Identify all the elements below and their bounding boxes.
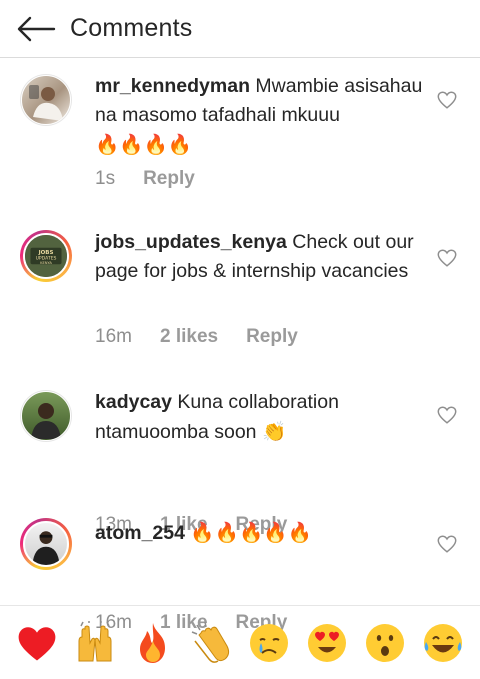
heart-eyes-face-icon <box>308 623 346 662</box>
heart-outline-icon[interactable] <box>436 89 458 111</box>
comment-time: 16m <box>95 326 132 347</box>
quick-reaction-bar <box>0 605 480 679</box>
raised-hands-icon <box>78 620 112 661</box>
heart-outline-icon[interactable] <box>436 533 458 555</box>
clapping-hands-icon <box>191 621 230 663</box>
reaction-heart-button[interactable] <box>14 620 60 666</box>
heart-outline-icon[interactable] <box>436 247 458 269</box>
crying-face-icon <box>250 623 288 662</box>
reaction-surprised-button[interactable] <box>362 620 408 666</box>
like-count[interactable]: 2 likes <box>160 326 218 348</box>
tears-of-joy-face-icon <box>424 623 462 662</box>
avatar[interactable] <box>20 390 72 442</box>
reaction-clap-button[interactable] <box>188 620 234 666</box>
reply-button[interactable]: Reply <box>143 168 195 190</box>
user-photo-icon <box>31 403 61 439</box>
comment-username[interactable]: jobs_updates_kenya <box>95 231 287 253</box>
user-photo-icon <box>29 85 63 121</box>
clap-emoji: 👏 <box>261 420 287 443</box>
back-button[interactable] <box>0 0 70 58</box>
surprised-face-icon <box>366 623 404 662</box>
comment-time: 1s <box>95 168 116 189</box>
fire-icon <box>140 622 165 663</box>
jobs-logo-icon: JOBS UPDATES KENYA <box>25 235 67 277</box>
fire-emoji: 🔥🔥🔥🔥 <box>95 133 193 156</box>
reaction-heart-eyes-button[interactable] <box>304 620 350 666</box>
red-heart-icon <box>18 626 56 660</box>
comment-username[interactable]: kadycay <box>95 391 172 413</box>
reaction-crying-button[interactable] <box>246 620 292 666</box>
svg-text:KENYA: KENYA <box>40 261 52 265</box>
back-arrow-icon <box>17 16 56 41</box>
svg-text:JOBS: JOBS <box>38 250 54 256</box>
avatar[interactable] <box>20 74 72 126</box>
reaction-fire-button[interactable] <box>130 620 176 666</box>
page-title: Comments <box>70 14 193 42</box>
reply-button[interactable]: Reply <box>246 326 298 348</box>
header: Comments <box>0 0 480 58</box>
avatar[interactable]: JOBS UPDATES KENYA <box>20 230 72 282</box>
heart-outline-icon[interactable] <box>436 404 458 426</box>
user-photo-icon <box>32 531 60 565</box>
reaction-laughing-button[interactable] <box>420 620 466 666</box>
fire-emoji: 🔥🔥🔥🔥🔥 <box>190 521 312 544</box>
comment-username[interactable]: mr_kennedyman <box>95 75 250 97</box>
avatar[interactable] <box>20 518 72 570</box>
reaction-raised-hands-button[interactable] <box>72 620 118 666</box>
comment-username[interactable]: atom_254 <box>95 522 185 544</box>
